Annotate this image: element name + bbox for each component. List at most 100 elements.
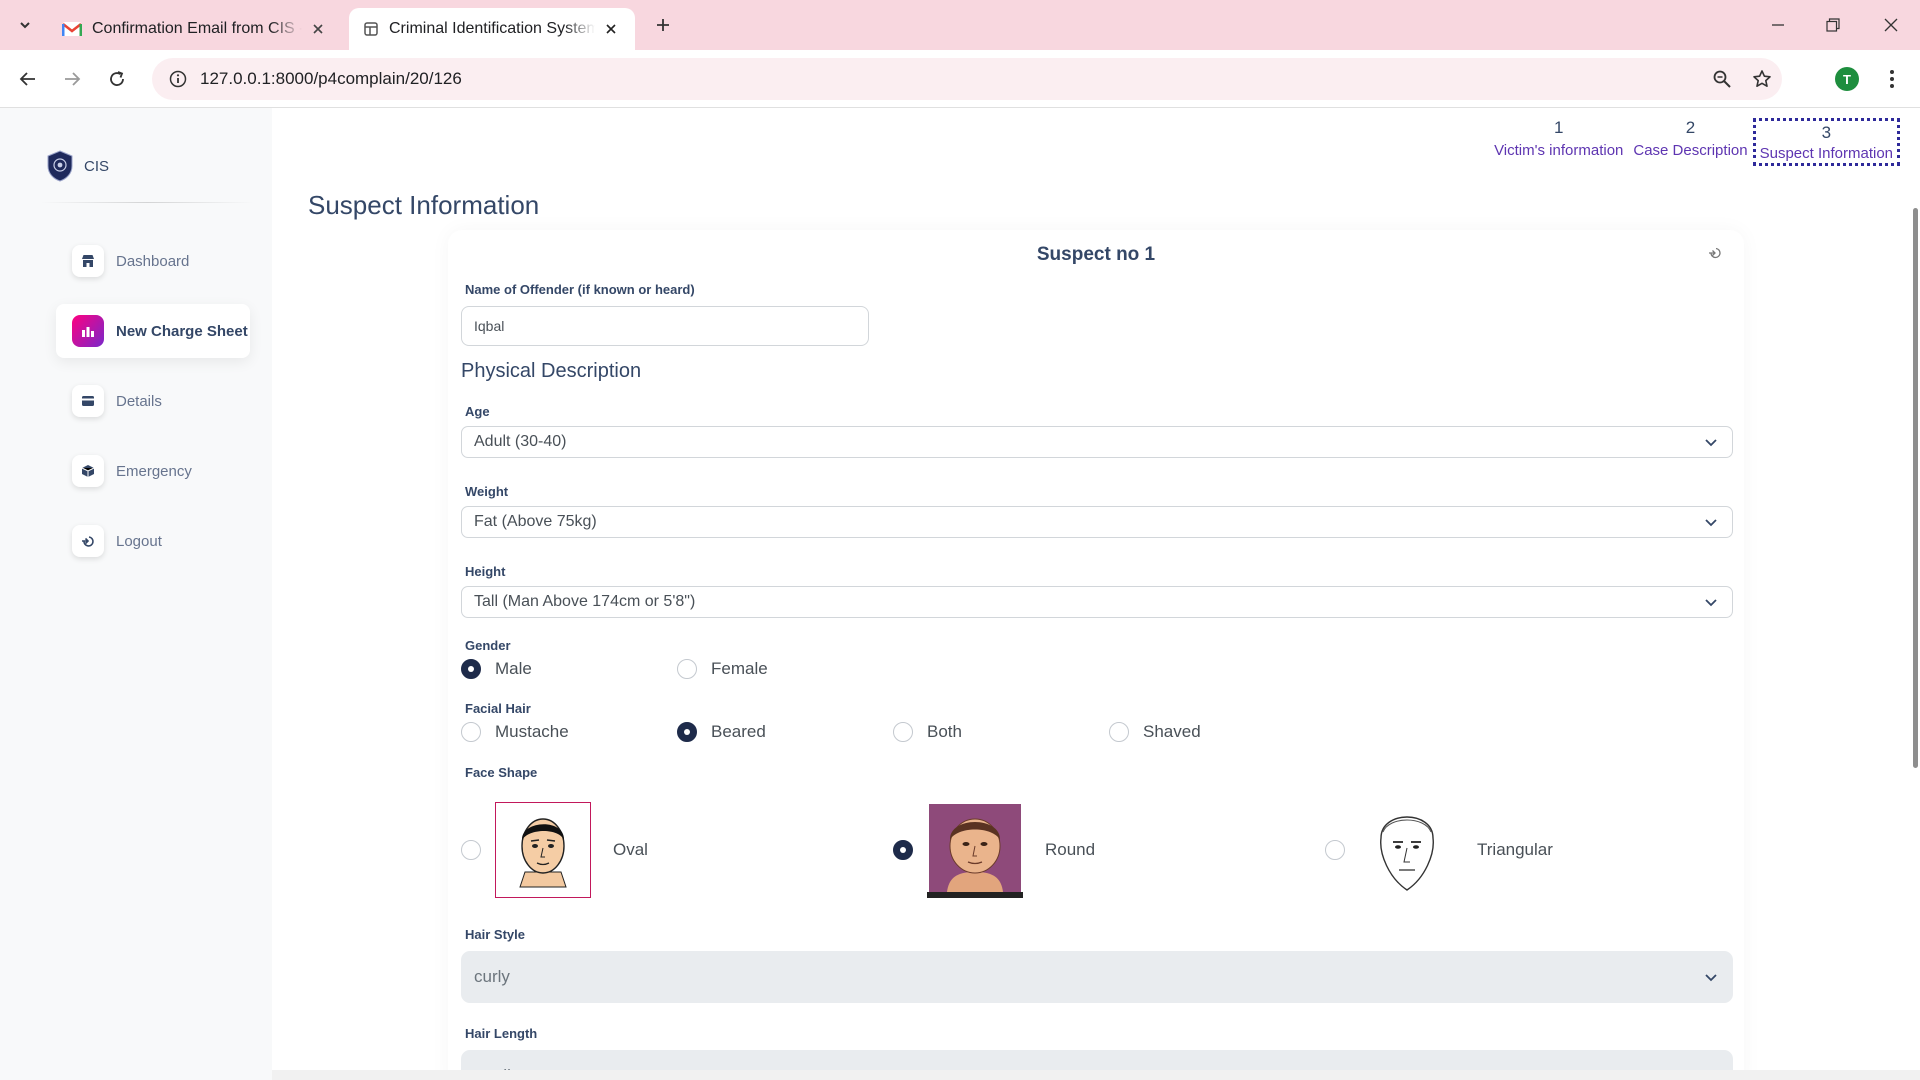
zoom-icon[interactable] xyxy=(1702,69,1742,89)
arrow-left-icon xyxy=(19,72,35,86)
radio-button[interactable] xyxy=(1109,722,1129,742)
step-number: 1 xyxy=(1553,118,1564,137)
radio-button[interactable] xyxy=(677,722,697,742)
step-case-description[interactable]: 2 Case Description xyxy=(1628,118,1752,166)
sidebar-item-new-charge-sheet[interactable]: New Charge Sheet xyxy=(56,304,250,358)
hair-style-value: curly xyxy=(474,967,510,986)
face-shape-option-triangular[interactable]: Triangular xyxy=(1325,800,1553,900)
tab-cis[interactable]: Criminal Identification System - xyxy=(349,8,635,50)
physical-description-title: Physical Description xyxy=(461,360,642,382)
forward-button[interactable] xyxy=(58,65,86,93)
chevron-down-icon xyxy=(20,22,30,29)
reload-button[interactable] xyxy=(103,65,131,93)
step-suspect-information[interactable]: 3 Suspect Information xyxy=(1752,118,1900,166)
tab-gmail[interactable]: Confirmation Email from CIS - t xyxy=(48,8,342,50)
browser-toolbar: 127.0.0.1:8000/p4complain/20/126 xyxy=(0,50,1920,108)
radio-button[interactable] xyxy=(461,659,481,679)
sidebar-item-label: New Charge Sheet xyxy=(116,322,248,340)
card-icon xyxy=(72,385,104,417)
option-label: Beared xyxy=(711,722,766,741)
minimize-button[interactable] xyxy=(1758,10,1798,40)
triangular-face-image xyxy=(1359,802,1455,898)
option-label: Mustache xyxy=(495,722,569,741)
scrollbar-thumb[interactable] xyxy=(1913,208,1918,768)
chevron-down-icon xyxy=(1705,599,1717,607)
radio-button[interactable] xyxy=(677,659,697,679)
option-label: Shaved xyxy=(1143,722,1201,741)
tab-search-dropdown[interactable] xyxy=(12,12,38,38)
horizontal-scrollbar[interactable] xyxy=(272,1070,1920,1080)
address-bar[interactable]: 127.0.0.1:8000/p4complain/20/126 xyxy=(152,58,1782,100)
facial-hair-option-mustache[interactable]: Mustache xyxy=(461,717,569,747)
step-victims-information[interactable]: 1 Victim's information xyxy=(1489,118,1628,166)
weight-label: Weight xyxy=(465,484,509,499)
close-window-button[interactable] xyxy=(1871,10,1911,40)
facial-hair-option-shaved[interactable]: Shaved xyxy=(1109,717,1201,747)
tab-title: Criminal Identification System - xyxy=(389,20,595,37)
sidebar-item-label: Details xyxy=(116,392,162,410)
bookmark-star-icon[interactable] xyxy=(1742,69,1782,89)
hair-style-label: Hair Style xyxy=(465,927,525,942)
chevron-down-icon xyxy=(1705,439,1717,447)
sidebar-item-label: Emergency xyxy=(116,462,192,480)
step-label: Case Description xyxy=(1633,142,1748,159)
sidebar-item-logout[interactable]: Logout xyxy=(56,514,250,568)
sidebar-item-dashboard[interactable]: Dashboard xyxy=(56,234,250,288)
gender-option-male[interactable]: Male xyxy=(461,654,532,684)
sidebar-item-label: Dashboard xyxy=(116,252,190,270)
step-number: 3 xyxy=(1821,123,1832,142)
remove-suspect-button[interactable] xyxy=(1706,244,1724,262)
back-button[interactable] xyxy=(14,65,42,93)
gender-option-female[interactable]: Female xyxy=(677,654,768,684)
step-number: 2 xyxy=(1685,118,1696,137)
close-tab-button[interactable] xyxy=(308,19,328,39)
radio-button[interactable] xyxy=(461,722,481,742)
shop-icon xyxy=(72,245,104,277)
offender-name-input[interactable] xyxy=(461,306,869,346)
height-value: Tall (Man Above 174cm or 5'8") xyxy=(474,593,696,610)
option-label: Both xyxy=(927,722,962,741)
box-icon xyxy=(72,455,104,487)
radio-button[interactable] xyxy=(461,840,481,860)
brand[interactable]: CIS xyxy=(46,150,109,182)
radio-button[interactable] xyxy=(893,722,913,742)
browser-menu-button[interactable] xyxy=(1880,66,1904,92)
new-tab-button[interactable] xyxy=(650,12,676,38)
profile-avatar[interactable]: T xyxy=(1835,67,1859,91)
url-text: 127.0.0.1:8000/p4complain/20/126 xyxy=(200,69,462,88)
minimize-icon xyxy=(1772,24,1784,26)
radio-button[interactable] xyxy=(893,840,913,860)
radio-button[interactable] xyxy=(1325,840,1345,860)
chart-icon xyxy=(72,315,104,347)
age-value: Adult (30-40) xyxy=(474,433,567,450)
logout-icon xyxy=(72,525,104,557)
site-info-icon[interactable] xyxy=(158,70,198,88)
hair-style-select[interactable]: curly xyxy=(461,951,1733,1003)
vertical-scrollbar[interactable] xyxy=(1912,208,1920,768)
reload-icon xyxy=(110,71,124,86)
hair-length-label: Hair Length xyxy=(465,1026,538,1041)
sidebar-item-label: Logout xyxy=(116,532,162,550)
gender-options: Male Female xyxy=(461,654,1733,684)
suspect-card: Suspect no 1 Name of Offender (if known … xyxy=(448,230,1744,1080)
close-tab-button[interactable] xyxy=(601,19,621,39)
restore-icon xyxy=(1826,18,1840,32)
sidebar-item-details[interactable]: Details xyxy=(56,374,250,428)
face-shape-option-round[interactable]: Round xyxy=(893,800,1095,900)
restore-button[interactable] xyxy=(1813,10,1853,40)
height-select[interactable]: Tall (Man Above 174cm or 5'8") xyxy=(461,586,1733,618)
face-shape-options: Oval Round Triangular xyxy=(461,800,1733,910)
sidebar-item-emergency[interactable]: Emergency xyxy=(56,444,250,498)
arrow-right-icon xyxy=(65,72,81,86)
offender-name-label: Name of Offender (if known or heard) xyxy=(465,282,695,297)
progress-steps: 1 Victim's information 2 Case Descriptio… xyxy=(1489,118,1900,166)
height-label: Height xyxy=(465,564,506,579)
age-select[interactable]: Adult (30-40) xyxy=(461,426,1733,458)
weight-select[interactable]: Fat (Above 75kg) xyxy=(461,506,1733,538)
face-shape-option-oval[interactable]: Oval xyxy=(461,800,648,900)
facial-hair-option-both[interactable]: Both xyxy=(893,717,962,747)
age-label: Age xyxy=(465,404,490,419)
tab-title: Confirmation Email from CIS - t xyxy=(92,20,302,37)
sidebar: CIS Dashboard New Charge Sheet Details E… xyxy=(0,108,272,1080)
facial-hair-option-beared[interactable]: Beared xyxy=(677,717,766,747)
